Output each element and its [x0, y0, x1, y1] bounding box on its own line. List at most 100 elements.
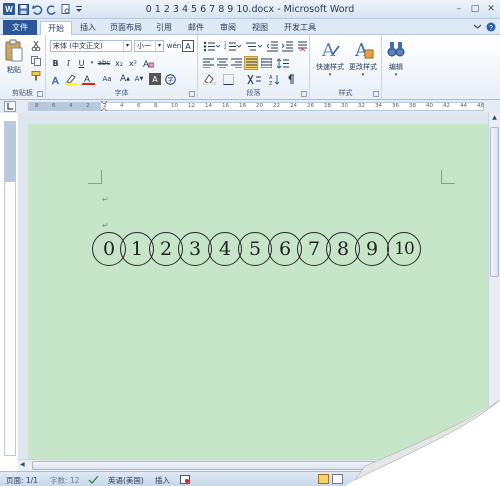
align-right-icon[interactable] [230, 57, 242, 69]
underline-dropdown-icon[interactable]: ▾ [89, 57, 95, 69]
align-center-icon[interactable] [216, 57, 228, 69]
minimize-button[interactable]: – [452, 2, 466, 15]
numbering-icon[interactable]: 12 [223, 40, 241, 52]
paragraph-mark: ↵ [102, 221, 109, 230]
horizontal-ruler[interactable]: 8 6 4 2 2 4 6 8 10 12 14 16 18 20 22 24 26 28 30 32 34 36 38 40… [28, 100, 484, 112]
ribbon: 粘贴 剪贴板 宋体 (中文正文) ▾ 小一 ▾ wén A B I U ▾ ab… [0, 35, 500, 100]
svg-text:A: A [84, 74, 90, 84]
tab-file[interactable]: 文件 [3, 20, 37, 35]
chevron-down-icon[interactable]: ▾ [123, 41, 131, 51]
format-painter-icon[interactable] [30, 70, 42, 82]
ruler-number: 12 [188, 103, 195, 109]
font-size-value: 小一 [137, 42, 151, 50]
paste-button[interactable]: 粘贴 [3, 39, 25, 75]
view-print-layout-icon[interactable] [318, 474, 329, 486]
maximize-button[interactable]: □ [468, 2, 482, 15]
underline-button[interactable]: U [76, 57, 87, 69]
ribbon-tab-bar: 文件 开始 插入 页面布局 引用 邮件 审阅 视图 开发工具 ? [0, 19, 500, 35]
strikethrough-button[interactable]: abc [97, 57, 111, 69]
quick-styles-button[interactable]: A 快速样式 ▾ [312, 38, 348, 78]
bold-button[interactable]: B [50, 57, 61, 69]
vertical-ruler[interactable] [4, 121, 16, 456]
chevron-down-icon[interactable]: ▾ [155, 41, 163, 51]
font-size-combo[interactable]: 小一 ▾ [134, 40, 164, 52]
increase-indent-icon[interactable] [281, 40, 293, 52]
status-language[interactable]: 英语(美国) [108, 475, 144, 486]
svg-text:2: 2 [224, 45, 227, 50]
ruler-margin-top [5, 122, 15, 182]
minimize-ribbon-icon[interactable] [473, 22, 482, 34]
paste-icon [5, 39, 23, 62]
ruler-number: 36 [392, 103, 399, 109]
tab-selector[interactable] [4, 101, 16, 112]
font-color-icon[interactable]: A [81, 73, 95, 85]
shrink-font-button[interactable]: A ▼ [133, 73, 145, 85]
font-name-combo[interactable]: 宋体 (中文正文) ▾ [50, 40, 132, 52]
ruler-number: 4 [120, 103, 124, 109]
align-left-icon[interactable] [202, 57, 214, 69]
superscript-button[interactable]: x² [127, 57, 139, 69]
change-styles-button[interactable]: A 更改样式 ▾ [346, 38, 380, 78]
close-button[interactable]: ✕ [484, 2, 498, 15]
bullets-icon[interactable] [202, 40, 220, 52]
tab-home[interactable]: 开始 [40, 21, 72, 35]
tab-developer[interactable]: 开发工具 [280, 21, 320, 35]
status-insert-mode[interactable]: 插入 [155, 475, 170, 486]
styles-group-label: 样式 [338, 89, 353, 97]
styles-group: A 快速样式 ▾ A 更改样式 ▾ 样式 [310, 35, 382, 100]
tab-mailings[interactable]: 邮件 [182, 21, 210, 35]
ruler-number: 16 [222, 103, 229, 109]
change-case-button[interactable]: Aa [99, 73, 115, 85]
tab-references[interactable]: 引用 [150, 21, 178, 35]
status-page[interactable]: 页面: 1/1 [6, 475, 38, 486]
grow-font-button[interactable]: A ▲ [119, 73, 131, 85]
scroll-left-icon[interactable]: ◀ [20, 461, 29, 470]
macro-record-icon[interactable] [180, 475, 190, 486]
line-spacing-icon[interactable] [276, 57, 292, 69]
cut-icon[interactable] [30, 40, 42, 52]
tab-review[interactable]: 审阅 [214, 21, 242, 35]
status-word-count[interactable]: 字数: 12 [50, 475, 79, 486]
svg-text:A: A [52, 76, 59, 85]
show-marks-icon[interactable] [284, 73, 296, 85]
circled-number: 5 [238, 232, 272, 266]
tab-view[interactable]: 视图 [246, 21, 274, 35]
ruler-number: 40 [426, 103, 433, 109]
borders-icon[interactable] [222, 73, 238, 85]
char-shading-icon[interactable]: A [149, 73, 161, 85]
paragraph-mark: ↵ [102, 195, 109, 204]
view-full-screen-icon[interactable] [332, 474, 343, 486]
clipboard-launcher-icon[interactable] [37, 91, 43, 97]
highlight-color-icon[interactable] [64, 73, 78, 85]
shading-icon[interactable] [202, 73, 218, 85]
window-title: 0 1 2 3 4 5 6 7 8 9 10.docx - Microsoft … [145, 4, 355, 15]
italic-button[interactable]: I [63, 57, 74, 69]
copy-icon[interactable] [30, 55, 42, 67]
distributed-icon[interactable] [260, 57, 272, 69]
asian-typography-icon[interactable] [246, 73, 262, 85]
scroll-up-icon[interactable]: ▲ [490, 114, 499, 124]
proofing-icon[interactable] [88, 475, 99, 486]
enclose-characters-icon[interactable]: 字 [164, 73, 176, 85]
multilevel-list-icon[interactable] [244, 40, 262, 52]
vertical-scroll-thumb[interactable] [490, 127, 499, 277]
clear-formatting-icon[interactable]: A [142, 57, 154, 69]
ruler-number: 28 [324, 103, 331, 109]
clipboard-group: 粘贴 剪贴板 [0, 35, 46, 100]
text-effects-icon[interactable]: A [50, 73, 62, 85]
editing-button[interactable]: 编辑 ▾ [384, 38, 408, 78]
char-border-icon[interactable]: A [182, 40, 194, 52]
paragraph-launcher-icon[interactable] [301, 91, 307, 97]
phonetic-guide-icon[interactable]: wén [167, 40, 181, 52]
chinese-layout-icon[interactable] [296, 40, 308, 52]
tab-page-layout[interactable]: 页面布局 [106, 21, 146, 35]
sort-icon[interactable]: AZ [268, 73, 280, 85]
styles-launcher-icon[interactable] [373, 91, 379, 97]
font-launcher-icon[interactable] [189, 91, 195, 97]
decrease-indent-icon[interactable] [266, 40, 278, 52]
justify-icon[interactable] [244, 56, 258, 70]
subscript-button[interactable]: x₂ [113, 57, 125, 69]
help-icon[interactable]: ? [486, 22, 496, 34]
find-binoculars-icon [387, 42, 405, 57]
tab-insert[interactable]: 插入 [74, 21, 102, 35]
